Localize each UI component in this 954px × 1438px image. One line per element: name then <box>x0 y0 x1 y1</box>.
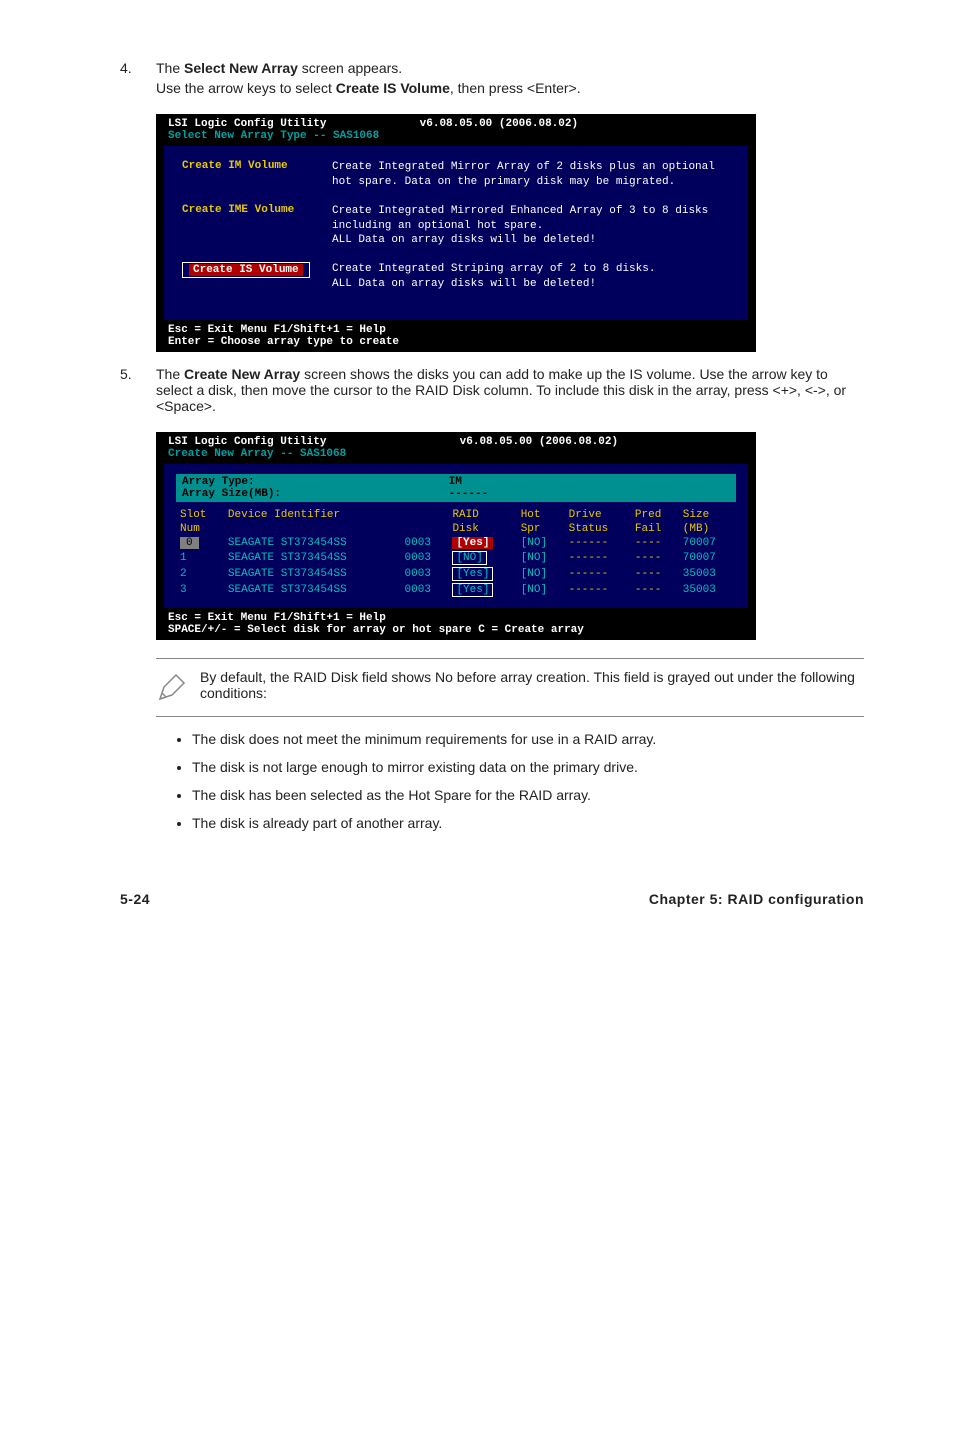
term2-im-dash: ------ <box>449 488 489 500</box>
column-header: Hot <box>517 508 565 522</box>
term2-footer2: SPACE/+/- = Select disk for array or hot… <box>168 624 744 636</box>
table-row[interactable]: 2SEAGATE ST373454SS0003[Yes][NO]--------… <box>176 566 736 582</box>
term2-subtitle: Create New Array -- SAS1068 <box>168 448 346 460</box>
term2-arrsize: Array Size(MB): <box>182 488 281 500</box>
step5-text: The Create New Array screen shows the di… <box>156 366 864 414</box>
menu-option-desc: Create Integrated Mirror Array of 2 disk… <box>332 160 730 190</box>
list-item: The disk is not large enough to mirror e… <box>192 759 864 775</box>
menu-option[interactable]: Create IME Volume <box>182 204 332 249</box>
column-header <box>401 508 449 522</box>
menu-option-desc: Create Integrated Striping array of 2 to… <box>332 262 730 292</box>
menu-option-desc: Create Integrated Mirrored Enhanced Arra… <box>332 204 730 249</box>
table-row[interactable]: 0SEAGATE ST373454SS0003[Yes][NO]--------… <box>176 536 736 550</box>
menu-option[interactable]: Create IM Volume <box>182 160 332 190</box>
term2-version: v6.08.05.00 (2006.08.02) <box>460 436 618 448</box>
term1-title: LSI Logic Config Utility <box>168 118 326 130</box>
column-header: Status <box>565 522 631 536</box>
step4-number: 4. <box>120 60 156 96</box>
column-header: Size <box>679 508 736 522</box>
column-header <box>224 522 401 536</box>
terminal-select-new-array: LSI Logic Config Utility v6.08.05.00 (20… <box>156 114 756 352</box>
terminal-create-new-array: LSI Logic Config Utility v6.08.05.00 (20… <box>156 432 756 640</box>
step5-a: The <box>156 366 184 382</box>
column-header: (MB) <box>679 522 736 536</box>
term2-stripe: Array Type: Array Size(MB): IM ------ <box>176 474 736 502</box>
step4-l2c: , then press <Enter>. <box>450 80 581 96</box>
step4-l1b: Select New Array <box>184 60 298 76</box>
term2-arrtype: Array Type: <box>182 476 255 488</box>
column-header: Disk <box>448 522 516 536</box>
note-text: By default, the RAID Disk field shows No… <box>200 669 864 701</box>
step4-line2: Use the arrow keys to select Create IS V… <box>156 80 864 96</box>
list-item: The disk is already part of another arra… <box>192 815 864 831</box>
column-header: Drive <box>565 508 631 522</box>
step5-number: 5. <box>120 366 156 414</box>
chapter-title: Chapter 5: RAID configuration <box>649 891 864 907</box>
step4-l1c: screen appears. <box>298 60 402 76</box>
column-header: Device Identifier <box>224 508 401 522</box>
term2-footer1: Esc = Exit Menu F1/Shift+1 = Help <box>168 612 744 624</box>
pencil-icon <box>156 669 200 706</box>
page-number: 5-24 <box>120 891 150 907</box>
term1-subtitle: Select New Array Type -- SAS1068 <box>168 130 379 142</box>
menu-option[interactable]: Create IS Volume <box>182 262 332 292</box>
term1-footer1: Esc = Exit Menu F1/Shift+1 = Help <box>168 324 744 336</box>
column-header <box>401 522 449 536</box>
list-item: The disk does not meet the minimum requi… <box>192 731 864 747</box>
term2-im: IM <box>449 476 462 488</box>
table-row[interactable]: 1SEAGATE ST373454SS0003[NO][NO]---------… <box>176 550 736 566</box>
step4-l2b: Create IS Volume <box>336 80 450 96</box>
step4-line1: The Select New Array screen appears. <box>156 60 864 76</box>
step5-b: Create New Array <box>184 366 300 382</box>
column-header: RAID <box>448 508 516 522</box>
column-header: Num <box>176 522 224 536</box>
column-header: Spr <box>517 522 565 536</box>
term1-version: v6.08.05.00 (2006.08.02) <box>420 118 578 130</box>
step4-l2a: Use the arrow keys to select <box>156 80 336 96</box>
column-header: Slot <box>176 508 224 522</box>
note-block: By default, the RAID Disk field shows No… <box>156 658 864 717</box>
step4-l1a: The <box>156 60 184 76</box>
column-header: Fail <box>631 522 679 536</box>
column-header: Pred <box>631 508 679 522</box>
term2-title: LSI Logic Config Utility <box>168 436 326 448</box>
list-item: The disk has been selected as the Hot Sp… <box>192 787 864 803</box>
table-row[interactable]: 3SEAGATE ST373454SS0003[Yes][NO]--------… <box>176 582 736 598</box>
term1-footer2: Enter = Choose array type to create <box>168 336 744 348</box>
